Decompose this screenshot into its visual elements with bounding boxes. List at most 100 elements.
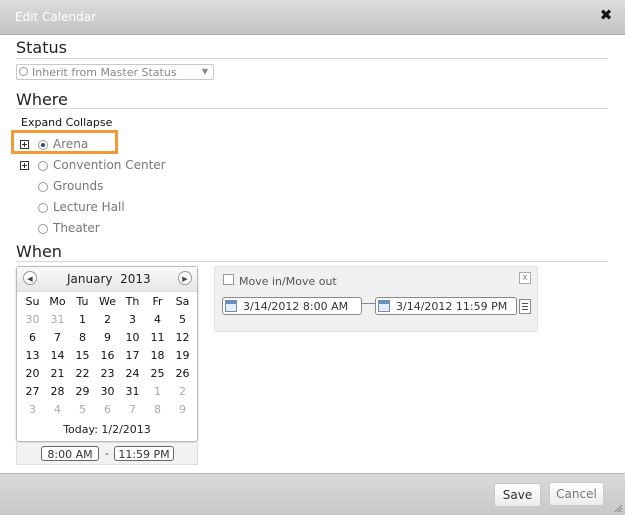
location-radio-lecture-hall[interactable] xyxy=(38,203,48,213)
calendar-day[interactable]: 3 xyxy=(120,311,145,329)
move-start-field[interactable]: 3/14/2012 8:00 AM xyxy=(222,297,362,315)
prev-month-icon[interactable]: ◀ xyxy=(23,271,37,285)
location-label: Grounds xyxy=(53,179,104,193)
range-connector xyxy=(362,303,376,310)
next-month-icon[interactable]: ▶ xyxy=(178,271,192,285)
expand-collapse-links: Expand Collapse xyxy=(21,116,112,129)
calendar-day[interactable]: 19 xyxy=(170,347,195,365)
calendar-day[interactable]: 28 xyxy=(45,383,70,401)
status-select[interactable]: Inherit from Master Status ▼ xyxy=(16,64,214,80)
location-label: Theater xyxy=(53,221,100,235)
calendar-day[interactable]: 9 xyxy=(95,329,120,347)
calendar-day[interactable]: 8 xyxy=(70,329,95,347)
calendar-day[interactable]: 22 xyxy=(70,365,95,383)
cancel-button[interactable]: Cancel xyxy=(549,482,604,506)
calendar-day[interactable]: 5 xyxy=(70,401,95,419)
dialog-footer: Save Cancel xyxy=(0,473,625,515)
calendar-day[interactable]: 1 xyxy=(70,311,95,329)
calendar-day[interactable]: 9 xyxy=(170,401,195,419)
calendar-day[interactable]: 17 xyxy=(120,347,145,365)
where-heading: Where xyxy=(16,90,68,109)
weekday-label: Fr xyxy=(152,295,163,308)
calendar-day[interactable]: 6 xyxy=(20,329,45,347)
weekday-label: Th xyxy=(125,295,140,308)
date-picker: ◀ January 2013 ▶ Su Mo Tu We Th Fr Sa 30 31 1 2 3 4 5… xyxy=(16,266,198,442)
move-end-field[interactable]: 3/14/2012 11:59 PM xyxy=(375,297,517,315)
move-end-value: 3/14/2012 11:59 PM xyxy=(396,300,508,313)
calendar-day[interactable]: 11 xyxy=(145,329,170,347)
calendar-week-row: 27 28 29 30 31 1 2 xyxy=(20,383,196,401)
calendar-icon xyxy=(378,300,390,312)
end-time-field[interactable]: 11:59 PM xyxy=(114,446,174,461)
calendar-icon xyxy=(225,300,237,312)
move-start-value: 3/14/2012 8:00 AM xyxy=(243,300,349,313)
location-label: Convention Center xyxy=(53,158,166,172)
calendar-day[interactable]: 31 xyxy=(45,311,70,329)
calendar-day[interactable]: 3 xyxy=(20,401,45,419)
resize-grip-icon[interactable] xyxy=(613,503,623,513)
save-button[interactable]: Save xyxy=(494,483,541,507)
calendar-day[interactable]: 16 xyxy=(95,347,120,365)
calendar-month-year: January 2013 xyxy=(67,272,151,286)
start-time-field[interactable]: 8:00 AM xyxy=(41,446,99,461)
calendar-day[interactable]: 31 xyxy=(120,383,145,401)
calendar-day[interactable]: 14 xyxy=(45,347,70,365)
expand-link[interactable]: Expand xyxy=(21,116,62,129)
calendar-week-row: 30 31 1 2 3 4 5 xyxy=(20,311,196,329)
when-heading: When xyxy=(16,242,62,261)
today-label[interactable]: Today: 1/2/2013 xyxy=(17,423,197,436)
time-range-bar: 8:00 AM - 11:59 PM xyxy=(16,443,198,465)
calendar-day[interactable]: 13 xyxy=(20,347,45,365)
calendar-day[interactable]: 25 xyxy=(145,365,170,383)
calendar-day[interactable]: 2 xyxy=(170,383,195,401)
weekday-label: Tu xyxy=(76,295,89,308)
calendar-day[interactable]: 29 xyxy=(70,383,95,401)
collapse-link[interactable]: Collapse xyxy=(66,116,113,129)
calendar-day[interactable]: 15 xyxy=(70,347,95,365)
status-heading: Status xyxy=(16,38,67,57)
weekday-row: Su Mo Tu We Th Fr Sa xyxy=(20,293,196,311)
chevron-down-icon: ▼ xyxy=(201,67,208,76)
calendar-day[interactable]: 4 xyxy=(45,401,70,419)
calendar-week-row: 20 21 22 23 24 25 26 xyxy=(20,365,196,383)
expand-plus-icon[interactable] xyxy=(20,161,29,170)
move-in-out-panel: Move in/Move out x 3/14/2012 8:00 AM 3/1… xyxy=(214,266,538,332)
calendar-day[interactable]: 6 xyxy=(95,401,120,419)
weekday-label: Mo xyxy=(49,295,66,308)
calendar-day[interactable]: 5 xyxy=(170,311,195,329)
calendar-day[interactable]: 30 xyxy=(20,311,45,329)
list-icon[interactable] xyxy=(519,299,531,314)
calendar-day[interactable]: 20 xyxy=(20,365,45,383)
close-icon[interactable]: x xyxy=(519,272,531,284)
calendar-day[interactable]: 21 xyxy=(45,365,70,383)
calendar-day[interactable]: 4 xyxy=(145,311,170,329)
weekday-label: Su xyxy=(25,295,40,308)
calendar-week-row: 3456789 xyxy=(20,401,196,419)
location-radio-grounds[interactable] xyxy=(38,182,48,192)
calendar-day[interactable]: 26 xyxy=(170,365,195,383)
calendar-day[interactable]: 23 xyxy=(95,365,120,383)
calendar-week-row: 13 14 15 16 17 18 19 xyxy=(20,347,196,365)
calendar-day[interactable]: 30 xyxy=(95,383,120,401)
calendar-grid: Su Mo Tu We Th Fr Sa 30 31 1 2 3 4 5 6 7 8 9 10 11 12 13 14 15 1… xyxy=(20,293,196,419)
move-in-out-checkbox[interactable] xyxy=(223,274,234,285)
calendar-day[interactable]: 7 xyxy=(120,401,145,419)
move-in-out-label: Move in/Move out xyxy=(239,275,337,288)
calendar-day[interactable]: 10 xyxy=(120,329,145,347)
calendar-day[interactable]: 2 xyxy=(95,311,120,329)
calendar-day[interactable]: 18 xyxy=(145,347,170,365)
calendar-week-row: 6 7 8 9 10 11 12 xyxy=(20,329,196,347)
weekday-label: Sa xyxy=(175,295,190,308)
calendar-day[interactable]: 12 xyxy=(170,329,195,347)
close-icon[interactable]: ✖ xyxy=(599,8,613,23)
calendar-day[interactable]: 24 xyxy=(120,365,145,383)
calendar-day[interactable]: 7 xyxy=(45,329,70,347)
location-radio-theater[interactable] xyxy=(38,224,48,234)
location-radio-convention-center[interactable] xyxy=(38,161,48,171)
calendar-day[interactable]: 1 xyxy=(145,383,170,401)
calendar-day[interactable]: 8 xyxy=(145,401,170,419)
dialog-titlebar: Edit Calendar ✖ xyxy=(0,0,625,35)
calendar-day[interactable]: 27 xyxy=(20,383,45,401)
when-divider xyxy=(16,261,608,262)
dialog-title: Edit Calendar xyxy=(15,10,97,24)
